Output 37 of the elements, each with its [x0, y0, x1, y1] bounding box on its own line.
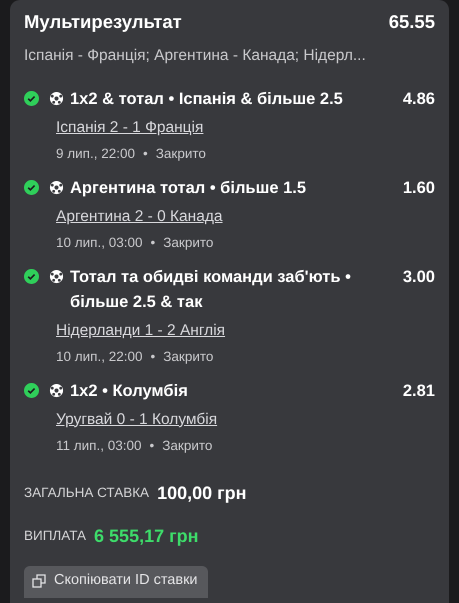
soccer-ball-icon	[49, 269, 64, 284]
match-date: 10 лип., 03:00	[56, 234, 143, 252]
match-date: 10 лип., 22:00	[56, 348, 143, 366]
match-status: Закрито	[156, 144, 206, 163]
stake-label: ЗАГАЛЬНА СТАВКА	[24, 484, 150, 502]
selection-title: 1x2 & тотал • Іспанія & більше 2.5	[70, 89, 343, 110]
payout-amount: 6 555,17 грн	[94, 524, 198, 548]
selection-title: Аргентина тотал • більше 1.5	[70, 178, 306, 199]
matches-summary: Іспанія - Франція; Аргентина - Канада; Нідерл...	[24, 46, 367, 66]
selection-odds: 1.60	[402, 178, 435, 199]
copy-icon	[32, 574, 46, 588]
bet-type-title: Мультирезультат	[24, 10, 182, 34]
selection-title: 1x2 • Колумбія	[70, 380, 188, 402]
match-status: Закрито	[163, 234, 214, 252]
soccer-ball-icon	[49, 382, 64, 398]
status-separator: •	[150, 234, 156, 252]
status-separator: •	[143, 144, 148, 163]
selection-odds: 2.81	[402, 380, 435, 402]
total-odds: 65.55	[388, 10, 435, 34]
selection-title: Тотал та обидві команди заб'ють • більше 2.5 & так	[70, 267, 352, 313]
match-date: 9 лип., 22:00	[56, 144, 136, 163]
copy-id-button[interactable]: Скопіювати ID ставки	[24, 566, 208, 598]
match-status: Закрито	[162, 436, 212, 455]
match-result-link[interactable]: Уругвай 0 - 1 Колумбія	[56, 410, 218, 428]
payout-label: ВИПЛАТА	[24, 527, 86, 546]
stake-amount: 100,00 грн	[157, 482, 246, 505]
match-status: Закрито	[163, 348, 214, 366]
match-date: 11 лип., 03:00	[56, 436, 142, 454]
status-separator: •	[150, 348, 156, 366]
match-result-link[interactable]: Аргентина 2 - 0 Канада	[56, 208, 223, 225]
match-result-link[interactable]: Іспанія 2 - 1 Франція	[56, 118, 204, 136]
status-separator: •	[150, 436, 154, 454]
soccer-ball-icon	[49, 91, 64, 106]
selection-odds: 4.86	[402, 89, 435, 110]
soccer-ball-icon	[49, 180, 64, 195]
selection-odds: 3.00	[402, 267, 435, 288]
match-result-link[interactable]: Нідерланди 1 - 2 Англія	[56, 322, 226, 338]
